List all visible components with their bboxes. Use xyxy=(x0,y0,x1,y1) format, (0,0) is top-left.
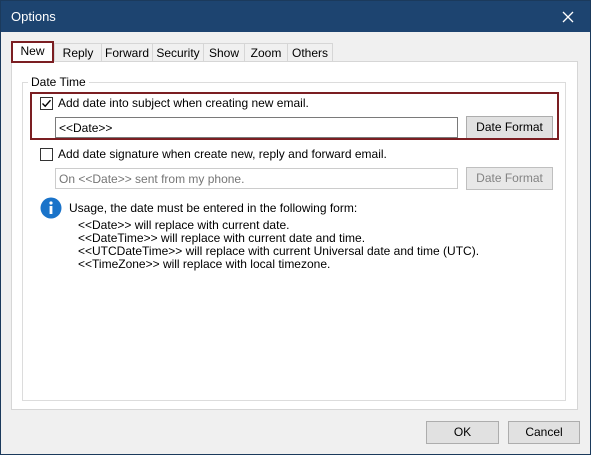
tab-forward[interactable]: Forward xyxy=(101,43,153,62)
close-icon xyxy=(562,11,574,22)
group-legend: Date Time xyxy=(28,75,89,89)
tab-reply[interactable]: Reply xyxy=(54,43,102,62)
tab-security[interactable]: Security xyxy=(152,43,204,62)
signature-date-option[interactable]: Add date signature when create new, repl… xyxy=(40,147,387,161)
title-bar: Options xyxy=(1,1,590,32)
signature-date-checkbox[interactable] xyxy=(40,147,53,161)
usage-list: <<Date>> will replace with current date.… xyxy=(78,219,479,271)
usage-line-timezone: <<TimeZone>> will replace with local tim… xyxy=(78,257,331,271)
window-title: Options xyxy=(11,9,56,24)
subject-date-format-button[interactable]: Date Format xyxy=(466,116,553,139)
close-button[interactable] xyxy=(546,1,590,32)
tab-new[interactable]: New xyxy=(11,41,54,63)
options-dialog: Options New Reply Forward Security Show … xyxy=(0,0,591,455)
subject-date-label: Add date into subject when creating new … xyxy=(58,96,309,110)
signature-date-format-button[interactable]: Date Format xyxy=(466,167,553,190)
usage-intro: Usage, the date must be entered in the f… xyxy=(69,201,358,215)
ok-button[interactable]: OK xyxy=(426,421,499,444)
signature-date-label: Add date signature when create new, repl… xyxy=(58,147,387,161)
subject-date-input[interactable] xyxy=(55,117,458,138)
tab-show[interactable]: Show xyxy=(203,43,245,62)
checkmark-icon xyxy=(42,99,52,107)
subject-date-checkbox[interactable] xyxy=(40,96,53,110)
signature-date-input[interactable] xyxy=(55,168,458,189)
subject-date-option[interactable]: Add date into subject when creating new … xyxy=(40,96,309,110)
tab-others[interactable]: Others xyxy=(287,43,333,62)
tab-zoom[interactable]: Zoom xyxy=(244,43,288,62)
cancel-button[interactable]: Cancel xyxy=(508,421,580,444)
info-icon xyxy=(40,197,62,219)
